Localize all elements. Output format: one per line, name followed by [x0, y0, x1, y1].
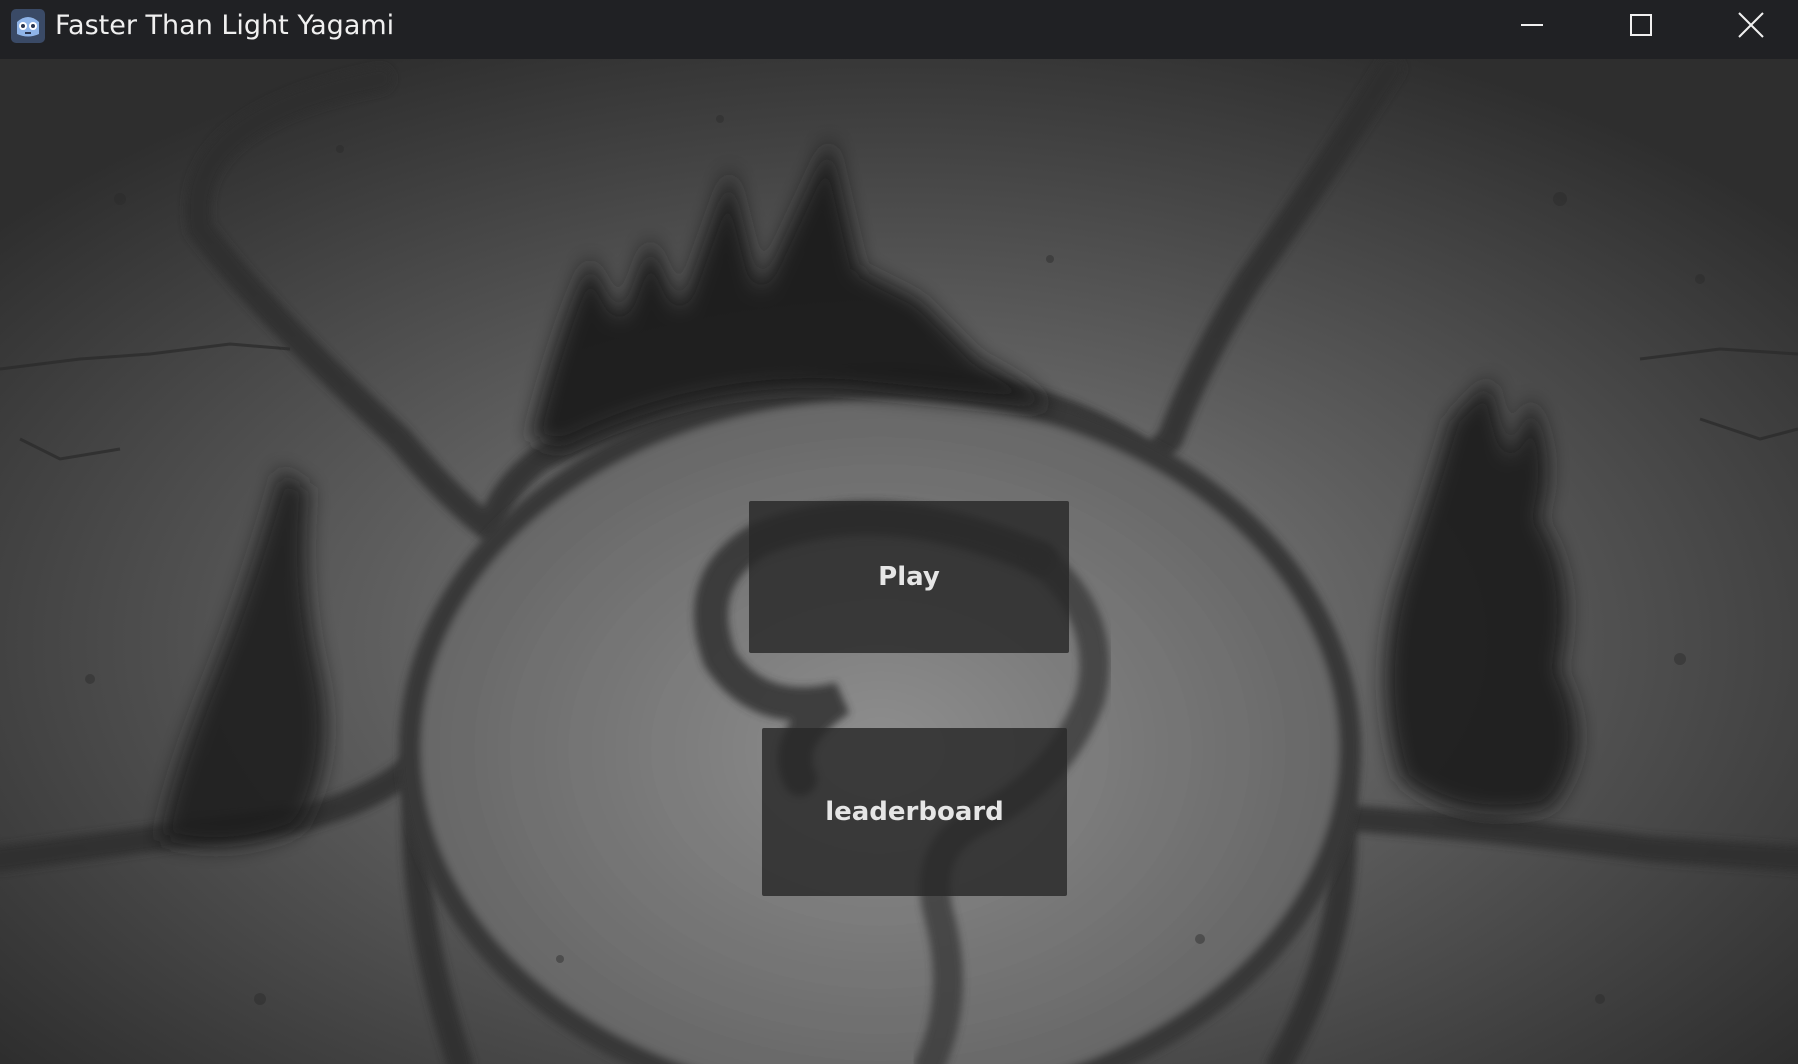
leaderboard-button[interactable]: leaderboard [762, 728, 1067, 896]
window-title: Faster Than Light Yagami [55, 10, 395, 41]
maximize-icon [1630, 14, 1652, 36]
game-viewport: Play leaderboard [0, 59, 1798, 1064]
close-icon [1738, 12, 1764, 38]
minimize-button[interactable] [1486, 0, 1578, 50]
minimize-icon [1521, 24, 1543, 26]
game-window: Faster Than Light Yagami Play leaderboar… [0, 0, 1798, 1064]
maximize-button[interactable] [1595, 0, 1687, 50]
close-button[interactable] [1705, 0, 1797, 50]
play-button[interactable]: Play [749, 501, 1069, 653]
title-bar[interactable]: Faster Than Light Yagami [0, 0, 1798, 59]
godot-robot-icon [11, 9, 45, 43]
